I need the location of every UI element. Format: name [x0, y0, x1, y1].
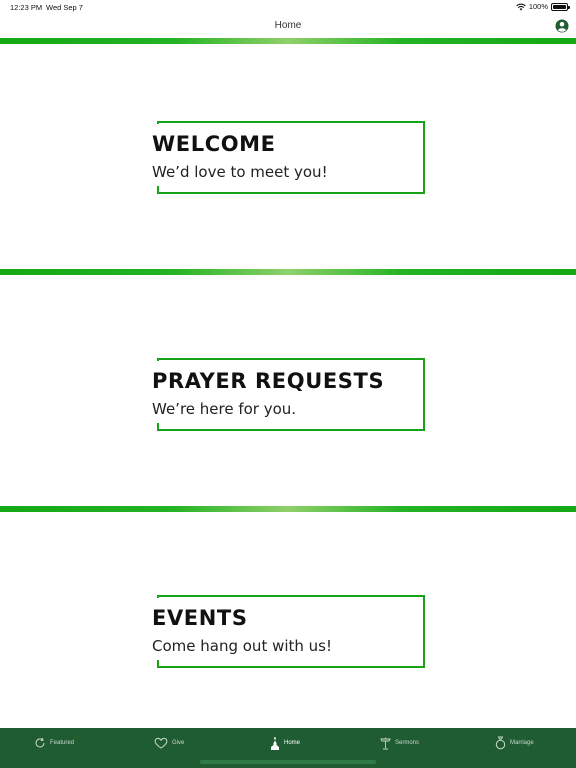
tab-label: Home: [284, 740, 301, 746]
status-bar: 12:23 PM Wed Sep 7 100%: [0, 0, 576, 14]
navigation-bar: Home: [0, 14, 576, 38]
welcome-title: WELCOME: [152, 132, 278, 156]
tab-marriage[interactable]: Marriage: [495, 734, 534, 752]
battery-icon: [551, 2, 570, 11]
pulpit-icon: [380, 737, 391, 749]
tab-label: Featured: [50, 740, 75, 746]
page-title: Home: [274, 20, 302, 31]
welcome-card[interactable]: WELCOME We’d love to meet you!: [152, 121, 425, 194]
prayer-requests-title: PRAYER REQUESTS: [152, 369, 387, 393]
events-title: EVENTS: [152, 606, 250, 630]
tab-label: Give: [172, 740, 185, 746]
person-circle-icon[interactable]: [555, 19, 569, 33]
prayer-requests-section[interactable]: PRAYER REQUESTS We’re here for you.: [0, 275, 576, 506]
events-section[interactable]: EVENTS Come hang out with us!: [0, 512, 576, 728]
tab-home[interactable]: Home: [270, 734, 300, 752]
tab-label: Marriage: [510, 740, 534, 746]
refresh-icon: [35, 737, 45, 748]
status-date: Wed Sep 7: [46, 3, 83, 12]
tab-sermons[interactable]: Sermons: [380, 734, 419, 752]
prayer-requests-subtitle: We’re here for you.: [152, 400, 297, 418]
ring-icon: [495, 736, 506, 750]
events-card[interactable]: EVENTS Come hang out with us!: [152, 595, 425, 668]
home-indicator: [200, 760, 376, 764]
welcome-section[interactable]: WELCOME We’d love to meet you!: [0, 44, 576, 269]
heart-icon: [154, 737, 168, 749]
prayer-requests-card[interactable]: PRAYER REQUESTS We’re here for you.: [152, 358, 425, 431]
tab-featured[interactable]: Featured: [34, 734, 74, 752]
wifi-icon: [516, 3, 526, 10]
status-time: 12:23 PM: [10, 3, 43, 12]
events-subtitle: Come hang out with us!: [152, 637, 333, 655]
status-indicators: 100%: [516, 2, 570, 11]
tab-give[interactable]: Give: [154, 734, 184, 752]
battery-percent: 100%: [528, 2, 548, 11]
church-icon: [271, 736, 279, 750]
tab-label: Sermons: [395, 740, 420, 746]
welcome-subtitle: We’d love to meet you!: [152, 163, 328, 181]
